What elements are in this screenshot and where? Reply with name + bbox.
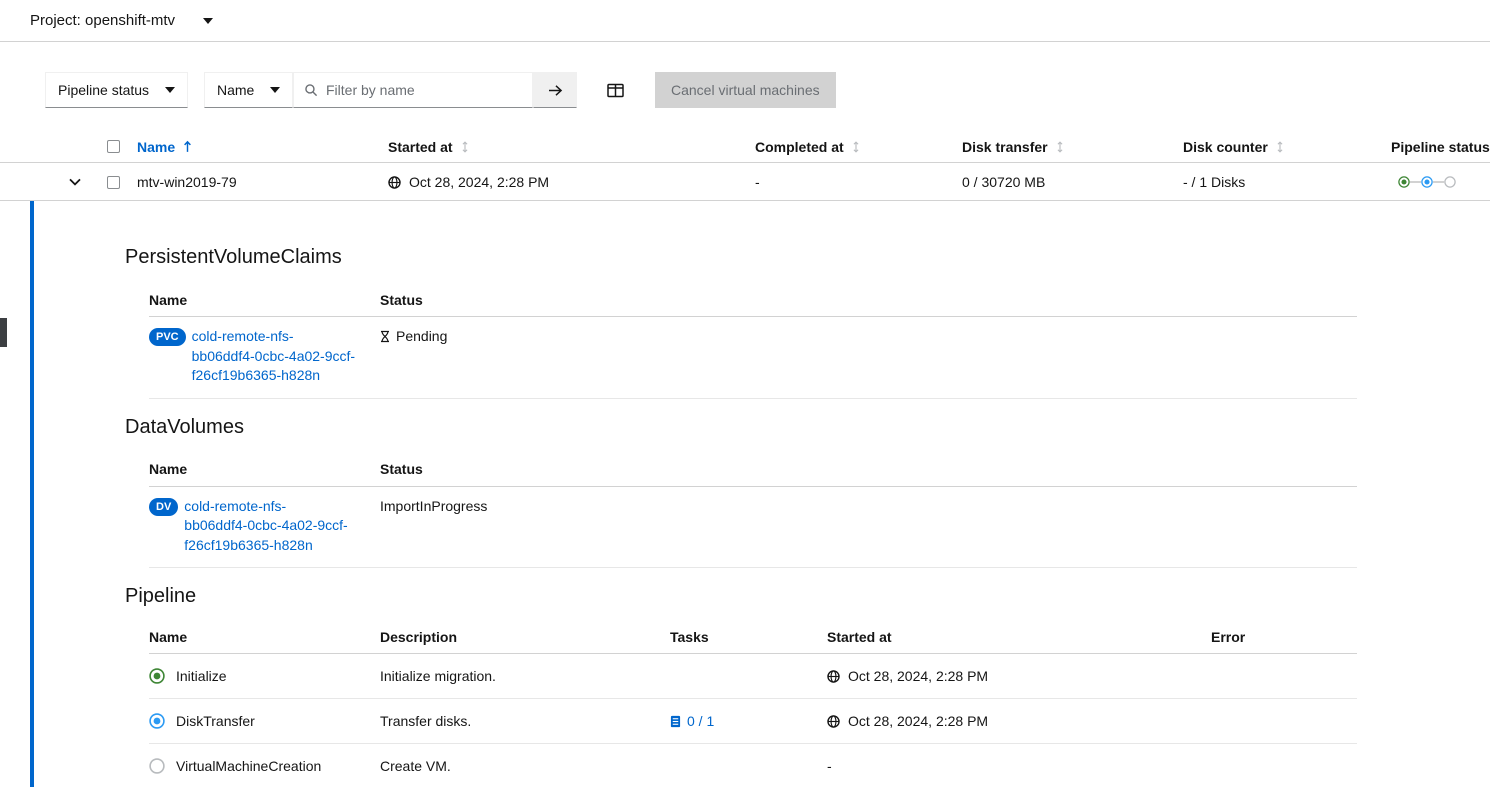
- step-running-icon: [149, 713, 165, 729]
- step-description: Initialize migration.: [380, 668, 670, 684]
- project-bar: Project: openshift-mtv: [0, 0, 1490, 42]
- step-started-at: Oct 28, 2024, 2:28 PM: [827, 713, 1211, 729]
- step-running-icon: [1421, 176, 1433, 188]
- dv-col-status: Status: [380, 461, 1357, 477]
- filter-category-value: Pipeline status: [58, 82, 149, 98]
- sort-both-icon: [852, 140, 860, 154]
- dv-table-header: Name Status: [149, 453, 1357, 487]
- cancel-virtual-machines-button[interactable]: Cancel virtual machines: [655, 72, 836, 108]
- search-submit-button[interactable]: [533, 72, 577, 108]
- step-success-icon: [1398, 176, 1410, 188]
- vm-started-at-cell: Oct 28, 2024, 2:28 PM: [388, 163, 549, 201]
- globe-icon: [827, 715, 840, 728]
- caret-down-icon: [165, 87, 175, 93]
- migration-vm-list-page: Project: openshift-mtv Pipeline status N…: [0, 0, 1490, 787]
- pvc-section: PersistentVolumeClaims Name Status PVC c…: [34, 245, 1490, 399]
- vm-disk-counter-cell: - / 1 Disks: [1183, 163, 1245, 201]
- row-expand-toggle[interactable]: [65, 174, 85, 190]
- step-connector: [1433, 181, 1444, 183]
- manage-columns-button[interactable]: [596, 72, 634, 108]
- dv-badge: DV: [149, 498, 178, 516]
- vm-expanded-details: PersistentVolumeClaims Name Status PVC c…: [30, 201, 1490, 787]
- dv-col-name: Name: [149, 461, 380, 477]
- row-select-cell: [107, 163, 120, 201]
- pipeline-table-header: Name Description Tasks Started at Error: [149, 620, 1357, 654]
- left-edge-artifact: [0, 318, 7, 347]
- pipeline-section: Pipeline Name Description Tasks Started …: [34, 584, 1490, 787]
- pipeline-table: Name Description Tasks Started at Error …: [149, 620, 1357, 787]
- step-connector: [1410, 181, 1421, 183]
- dv-table: Name Status DV cold-remote-nfs- bb06ddf4…: [149, 453, 1357, 569]
- pipeline-row-initialize: Initialize Initialize migration. Oct 28,…: [149, 654, 1357, 699]
- sort-ascending-icon: [183, 140, 192, 153]
- vm-pipeline-status-cell: [1398, 163, 1456, 201]
- step-pending-icon: [1444, 176, 1456, 188]
- search-input[interactable]: [326, 82, 522, 98]
- virtual-machines-table: Name Started at Completed at Disk transf…: [0, 130, 1490, 201]
- pipeline-status-indicator: [1398, 176, 1456, 188]
- chevron-down-icon: [69, 178, 81, 186]
- caret-down-icon: [270, 87, 280, 93]
- sort-both-icon: [1276, 140, 1284, 154]
- column-header-disk-counter[interactable]: Disk counter: [1183, 130, 1284, 163]
- pvc-name-link[interactable]: cold-remote-nfs- bb06ddf4-0cbc-4a02-9ccf…: [192, 327, 370, 386]
- vm-row-mtv-win2019-79: mtv-win2019-79 Oct 28, 2024, 2:28 PM - 0…: [0, 163, 1490, 201]
- pipeline-section-title: Pipeline: [125, 584, 1490, 608]
- pvc-col-name: Name: [149, 292, 380, 308]
- select-all-checkbox[interactable]: [107, 140, 120, 153]
- select-all-cell: [107, 130, 120, 163]
- name-filter-group: [293, 72, 533, 108]
- project-selector[interactable]: Project: openshift-mtv: [30, 0, 213, 41]
- sort-both-icon: [461, 140, 469, 154]
- step-description: Create VM.: [380, 758, 670, 774]
- step-success-icon: [149, 668, 165, 684]
- step-description: Transfer disks.: [380, 713, 670, 729]
- step-started-at: Oct 28, 2024, 2:28 PM: [827, 668, 1211, 684]
- globe-icon: [388, 176, 401, 189]
- dv-section: DataVolumes Name Status DV cold-remote-n…: [34, 415, 1490, 569]
- dv-row: DV cold-remote-nfs- bb06ddf4-0cbc-4a02-9…: [149, 487, 1357, 569]
- row-checkbox[interactable]: [107, 176, 120, 189]
- sort-both-icon: [1056, 140, 1064, 154]
- step-tasks-link[interactable]: 0 / 1: [670, 713, 827, 729]
- vm-disk-transfer-cell: 0 / 30720 MB: [962, 163, 1045, 201]
- table-header-row: Name Started at Completed at Disk transf…: [0, 130, 1490, 163]
- expand-cell: [62, 163, 88, 201]
- column-header-disk-transfer[interactable]: Disk transfer: [962, 130, 1064, 163]
- search-icon: [304, 83, 318, 97]
- toolbar: Pipeline status Name Ca: [0, 72, 1490, 108]
- pipeline-row-disktransfer: DiskTransfer Transfer disks. 0 / 1 Oct 2: [149, 699, 1357, 744]
- pvc-table-header: Name Status: [149, 283, 1357, 317]
- columns-icon: [607, 83, 624, 98]
- pvc-badge: PVC: [149, 328, 186, 346]
- pvc-section-title: PersistentVolumeClaims: [125, 245, 1490, 269]
- step-started-at: -: [827, 758, 1211, 774]
- filter-attribute-value: Name: [217, 82, 254, 98]
- project-selector-label: Project: openshift-mtv: [30, 12, 175, 29]
- filter-attribute-dropdown[interactable]: Name: [204, 72, 293, 108]
- arrow-right-icon: [548, 84, 563, 97]
- step-pending-icon: [149, 758, 165, 774]
- task-list-icon: [670, 715, 681, 728]
- caret-down-icon: [203, 18, 213, 24]
- column-header-completed-at[interactable]: Completed at: [755, 130, 860, 163]
- vm-name-cell: mtv-win2019-79: [137, 163, 237, 201]
- dv-name-link[interactable]: cold-remote-nfs- bb06ddf4-0cbc-4a02-9ccf…: [184, 497, 362, 556]
- hourglass-icon: [380, 330, 390, 343]
- pvc-row: PVC cold-remote-nfs- bb06ddf4-0cbc-4a02-…: [149, 317, 1357, 399]
- column-header-started-at[interactable]: Started at: [388, 130, 469, 163]
- vm-completed-at-cell: -: [755, 163, 760, 201]
- filter-category-dropdown[interactable]: Pipeline status: [45, 72, 188, 108]
- pipeline-row-virtualmachinecreation: VirtualMachineCreation Create VM. -: [149, 744, 1357, 787]
- column-header-pipeline-status: Pipeline status: [1391, 130, 1490, 163]
- dv-status-cell: ImportInProgress: [380, 497, 1357, 514]
- globe-icon: [827, 670, 840, 683]
- pvc-status-cell: Pending: [380, 327, 1357, 344]
- column-header-name[interactable]: Name: [137, 130, 192, 163]
- pvc-table: Name Status PVC cold-remote-nfs- bb06ddf…: [149, 283, 1357, 399]
- pvc-col-status: Status: [380, 292, 1357, 308]
- dv-section-title: DataVolumes: [125, 415, 1490, 439]
